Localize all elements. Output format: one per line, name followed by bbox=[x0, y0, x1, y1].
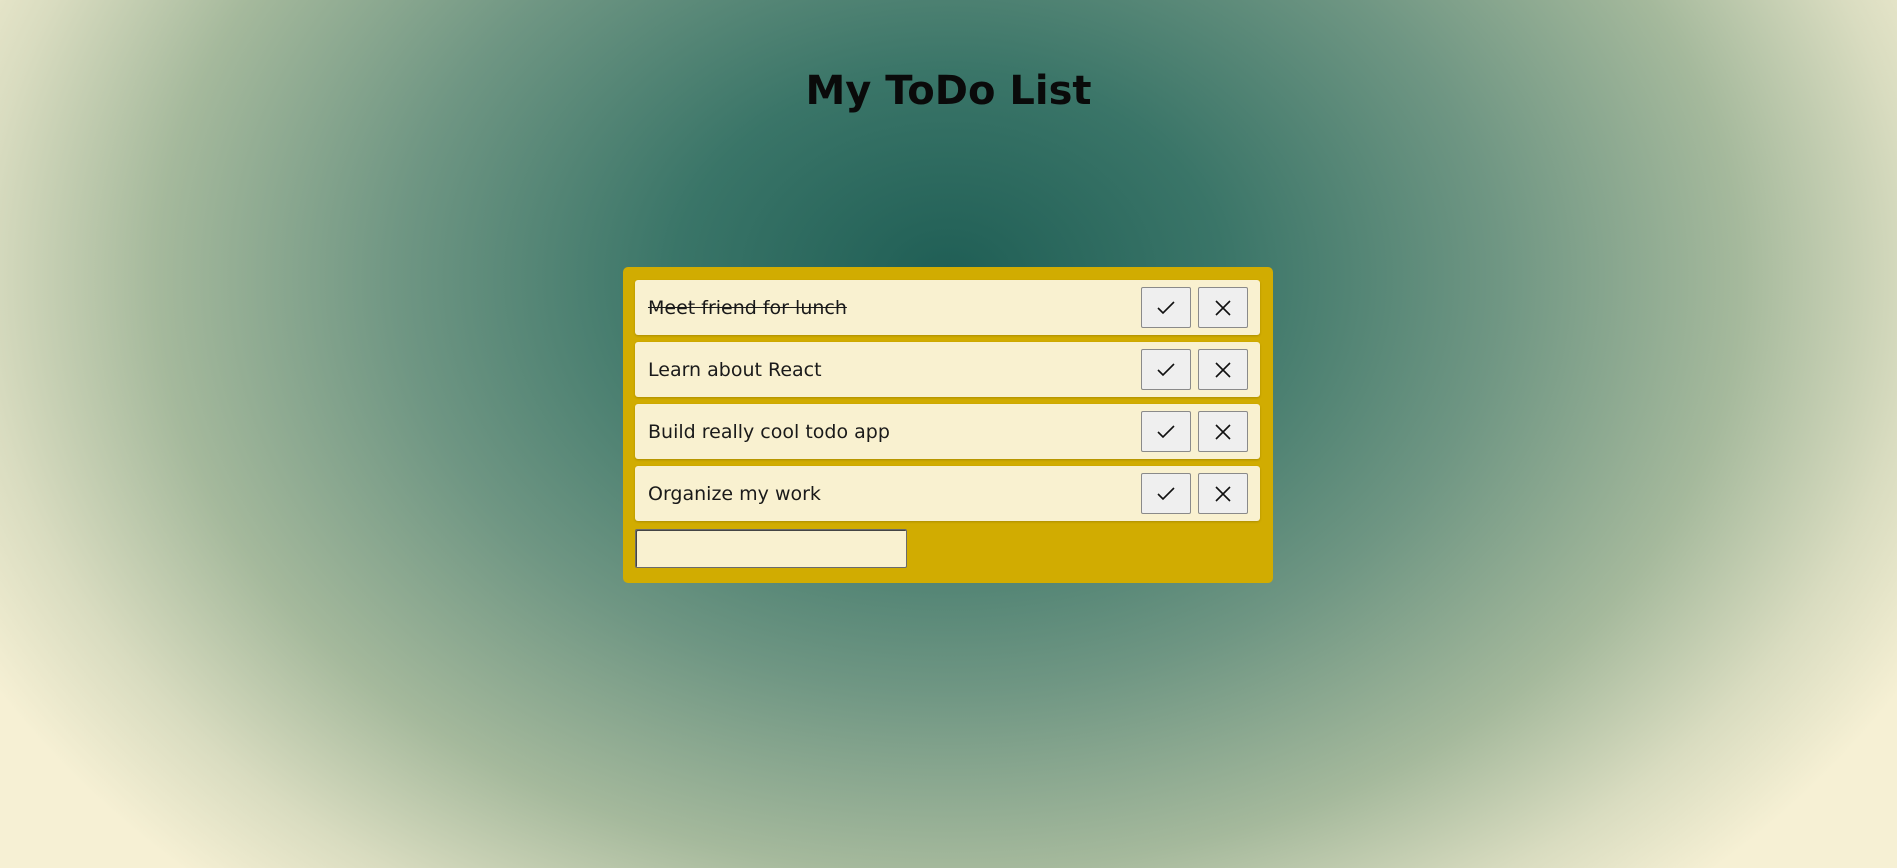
todo-text: Learn about React bbox=[648, 358, 822, 381]
page-title: My ToDo List bbox=[805, 68, 1092, 114]
close-icon bbox=[1215, 423, 1231, 440]
complete-button[interactable] bbox=[1141, 349, 1191, 390]
check-icon bbox=[1157, 362, 1175, 376]
todo-item: Build really cool todo app bbox=[635, 404, 1260, 459]
todo-text: Build really cool todo app bbox=[648, 420, 890, 443]
close-icon bbox=[1215, 299, 1231, 316]
todo-item: Learn about React bbox=[635, 342, 1260, 397]
check-icon bbox=[1157, 424, 1175, 438]
complete-button[interactable] bbox=[1141, 411, 1191, 452]
remove-button[interactable] bbox=[1198, 349, 1248, 390]
close-icon bbox=[1215, 485, 1231, 502]
new-todo-input[interactable] bbox=[635, 529, 907, 568]
remove-button[interactable] bbox=[1198, 473, 1248, 514]
complete-button[interactable] bbox=[1141, 473, 1191, 514]
todo-list: Meet friend for lunch Learn about React … bbox=[635, 280, 1260, 521]
todo-text: Meet friend for lunch bbox=[648, 296, 847, 319]
todo-item: Meet friend for lunch bbox=[635, 280, 1260, 335]
close-icon bbox=[1215, 361, 1231, 378]
complete-button[interactable] bbox=[1141, 287, 1191, 328]
todo-panel: Meet friend for lunch Learn about React … bbox=[623, 267, 1273, 583]
check-icon bbox=[1157, 486, 1175, 500]
remove-button[interactable] bbox=[1198, 287, 1248, 328]
remove-button[interactable] bbox=[1198, 411, 1248, 452]
check-icon bbox=[1157, 300, 1175, 314]
todo-text: Organize my work bbox=[648, 482, 821, 505]
todo-item: Organize my work bbox=[635, 466, 1260, 521]
